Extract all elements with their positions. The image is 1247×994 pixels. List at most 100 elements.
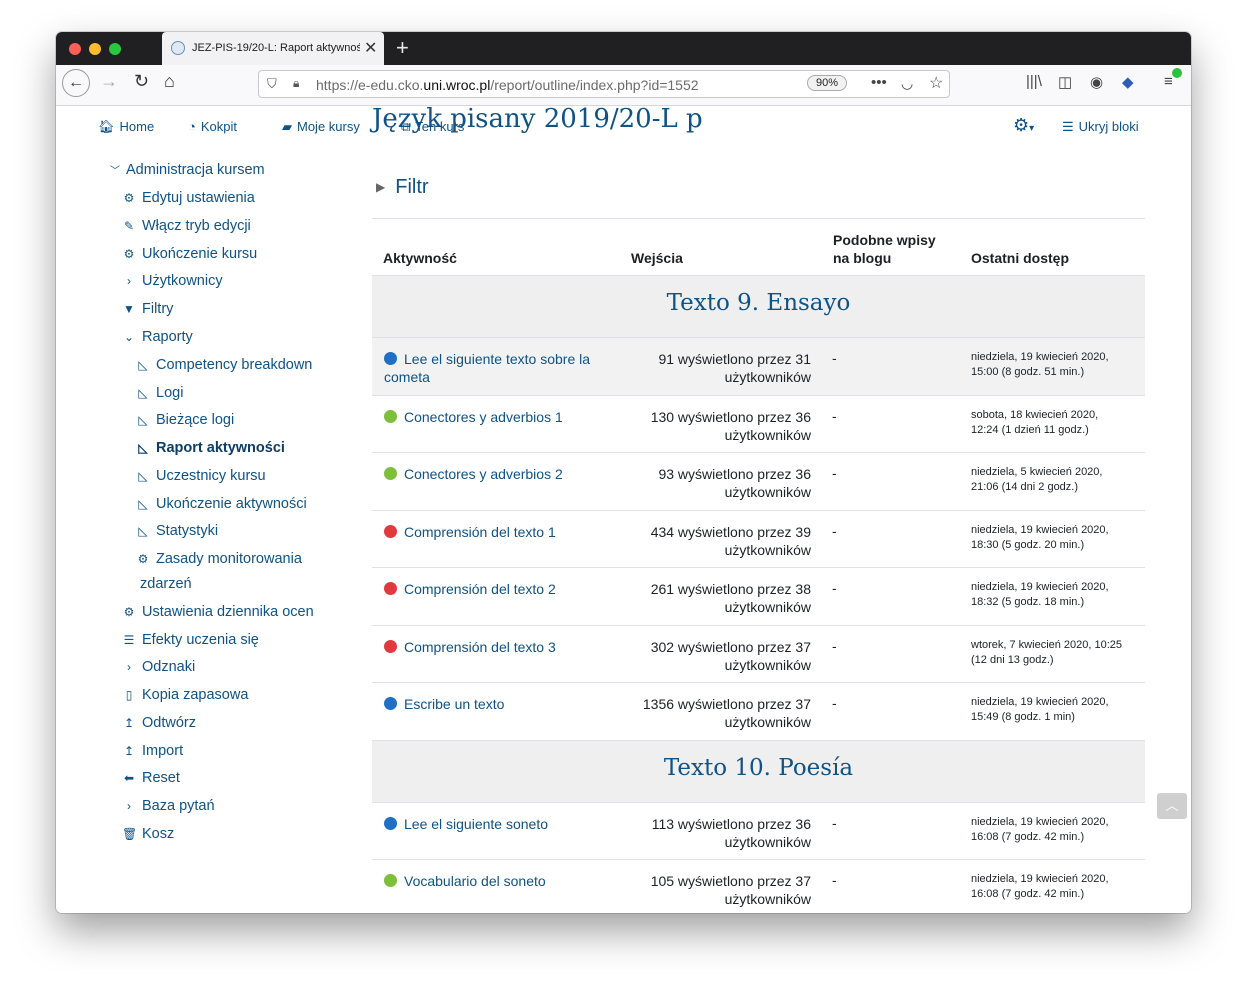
lock-icon[interactable]: 🔒︎ xyxy=(293,76,299,91)
zoom-level[interactable]: 90% xyxy=(807,75,848,91)
h5p-icon xyxy=(384,874,397,887)
list-icon: ☰ xyxy=(123,633,135,647)
menu-icon[interactable]: ≡ xyxy=(1164,73,1173,90)
table-row: Lee el siguiente texto sobre la cometa 91… xyxy=(372,337,1145,395)
section-title[interactable]: Texto 10. Poesía xyxy=(372,755,1145,781)
views-count: 113 wyświetlono przez 36 użytkowników xyxy=(651,815,811,850)
more-actions-icon[interactable]: ••• xyxy=(871,74,887,91)
blog-entries: - xyxy=(832,407,837,424)
home-icon[interactable]: ⌂ xyxy=(164,71,175,92)
account-icon[interactable]: ◉ xyxy=(1090,73,1103,91)
chevron-down-icon: ﹀ xyxy=(110,166,120,177)
sidebar-admin-header[interactable]: ﹀ Administracja kursem xyxy=(110,162,265,178)
sidebar-gradebook-settings[interactable]: ⚙ Ustawienia dziennika ocen xyxy=(122,604,314,620)
url-bar[interactable]: ⛉ 🔒︎ https://e-edu.cko.uni.wroc.pl/repor… xyxy=(258,70,950,98)
activity-link[interactable]: Conectores y adverbios 1 xyxy=(384,408,609,426)
section-header: Texto 10. Poesía xyxy=(372,739,1145,803)
sidebar-users[interactable]: › Użytkownicy xyxy=(122,273,223,289)
sidebar-course-participants[interactable]: ◺ Uczestnicy kursu xyxy=(136,468,265,484)
hide-blocks-button[interactable]: ☰ Ukryj bloki xyxy=(1062,119,1139,135)
quiz-icon xyxy=(384,582,397,595)
sidebar-edit-mode[interactable]: ✎ Włącz tryb edycji xyxy=(122,218,251,234)
sidebar-logs[interactable]: ◺ Logi xyxy=(136,385,183,401)
extension-icon[interactable]: ◆ xyxy=(1122,73,1134,91)
table-row: Comprensión del texto 1 434 wyświetlono p… xyxy=(372,509,1145,568)
table-header: Aktywność Wejścia Podobne wpisy na blogu … xyxy=(372,218,1145,276)
views-count: 93 wyświetlono przez 36 użytkowników xyxy=(658,466,811,500)
shield-icon[interactable]: ⛉ xyxy=(267,76,277,92)
nav-home[interactable]: 🏠︎ Home xyxy=(98,119,154,135)
sidebar-competency-breakdown[interactable]: ◺ Competency breakdown xyxy=(136,357,312,373)
sidebar-import[interactable]: ↥ Import xyxy=(122,743,183,759)
activity-link[interactable]: Lee el siguiente soneto xyxy=(384,815,609,833)
sidebar-badges[interactable]: › Odznaki xyxy=(122,659,195,675)
last-access: niedziela, 19 kwiecień 2020, 16:08 (7 god… xyxy=(971,873,1109,900)
close-tab-icon[interactable]: ✕ xyxy=(364,38,377,58)
sidebar-activity-completion[interactable]: ◺ Ukończenie aktywności xyxy=(136,496,306,512)
header-activity[interactable]: Aktywność xyxy=(383,249,457,267)
reload-icon[interactable]: ↻ xyxy=(134,71,149,92)
table-row: Conectores y adverbios 2 93 wyświetlono p… xyxy=(372,452,1145,510)
activity-link[interactable]: Lee el siguiente texto sobre la cometa xyxy=(384,350,609,386)
sidebar-course-completion[interactable]: ⚙ Ukończenie kursu xyxy=(122,246,258,262)
sidebar-reports[interactable]: ⌄ Raporty xyxy=(122,329,193,345)
close-window-button[interactable] xyxy=(69,43,81,55)
header-last-access[interactable]: Ostatni dostęp xyxy=(971,249,1069,267)
filter-toggle[interactable]: ▶ Filtr xyxy=(376,176,429,199)
activity-link[interactable]: Vocabulario del soneto xyxy=(384,872,609,890)
sidebar-reset[interactable]: ⬅ Reset xyxy=(122,770,180,786)
sidebar-filters[interactable]: ▼ Filtry xyxy=(122,301,173,317)
sidebar-learning-outcomes[interactable]: ☰ Efekty uczenia się xyxy=(122,632,259,648)
new-tab-icon[interactable]: + xyxy=(396,35,409,61)
section-title[interactable]: Texto 9. Ensayo xyxy=(372,290,1145,316)
page-title: Język pisany 2019/20-L p xyxy=(372,106,703,134)
nav-kokpit[interactable]: ◔ Kokpit xyxy=(188,119,237,134)
last-access: wtorek, 7 kwiecień 2020, 10:25 (12 dni 13… xyxy=(971,638,1123,666)
home-nav-icon: 🏠︎ xyxy=(98,119,115,134)
activity-link[interactable]: Escribe un texto xyxy=(384,695,609,713)
sidebar-edit-settings[interactable]: ⚙ Edytuj ustawienia xyxy=(122,190,255,206)
sidebar-live-logs[interactable]: ◺ Bieżące logi xyxy=(136,412,234,428)
quiz-icon xyxy=(384,639,397,653)
chevron-right-icon: › xyxy=(127,660,131,674)
maximize-window-button[interactable] xyxy=(109,43,121,55)
sidebar-event-monitoring-line2[interactable]: zdarzeń xyxy=(140,576,192,592)
settings-gear-icon[interactable]: ⚙▾ xyxy=(1013,115,1034,136)
bookmark-star-icon[interactable]: ☆ xyxy=(929,73,943,93)
browser-tab[interactable]: JEZ-PIS-19/20-L: Raport aktywności ✕ xyxy=(162,32,384,65)
pocket-icon[interactable]: ◡ xyxy=(901,75,913,92)
area-chart-icon: ◺ xyxy=(138,524,148,538)
caret-right-icon: ▶ xyxy=(376,180,386,194)
forward-icon[interactable]: → xyxy=(100,71,118,92)
sidebar-backup[interactable]: ▯ Kopia zapasowa xyxy=(122,687,249,703)
header-blog[interactable]: Podobne wpisy na blogu xyxy=(833,231,936,267)
library-icon[interactable]: |||\ xyxy=(1026,73,1042,90)
activity-link[interactable]: Comprensión del texto 2 xyxy=(384,580,609,598)
sidebar-statistics[interactable]: ◺ Statystyki xyxy=(136,523,218,539)
gear-icon: ⚙ xyxy=(123,247,135,261)
update-badge-icon xyxy=(1172,68,1182,78)
sidebar-restore[interactable]: ↥ Odtwórz xyxy=(122,715,196,731)
activity-link[interactable]: Conectores y adverbios 2 xyxy=(384,465,609,483)
header-entries[interactable]: Wejścia xyxy=(631,249,683,267)
sidebar-recycle-bin[interactable]: 🗑︎ Kosz xyxy=(122,826,174,842)
blog-entries: - xyxy=(832,465,837,481)
sidebar-toggle-icon[interactable]: ◫ xyxy=(1058,73,1072,91)
sidebar-event-monitoring[interactable]: ⚙ Zasady monitorowania xyxy=(136,551,302,567)
area-chart-icon: ◺ xyxy=(138,358,148,372)
sidebar-question-bank[interactable]: › Baza pytań xyxy=(122,798,215,814)
views-count: 91 wyświetlono przez 31 użytkowników xyxy=(658,351,811,385)
back-icon[interactable]: ← xyxy=(62,69,90,97)
nav-moje-kursy[interactable]: ▰ Moje kursy xyxy=(282,119,360,135)
blog-entries: - xyxy=(832,872,837,888)
url-text[interactable]: https://e-edu.cko.uni.wroc.pl/report/out… xyxy=(316,77,699,93)
activity-link[interactable]: Comprensión del texto 1 xyxy=(384,523,609,541)
views-count: 261 wyświetlono przez 38 użytkowników xyxy=(650,581,811,615)
sidebar-activity-report[interactable]: ◺ Raport aktywności xyxy=(136,440,285,456)
blog-entries: - xyxy=(832,350,837,366)
activity-link[interactable]: Comprensión del texto 3 xyxy=(384,638,609,656)
minimize-window-button[interactable] xyxy=(89,43,101,55)
table-row: Conectores y adverbios 1 130 wyświetlono … xyxy=(372,394,1145,453)
dashboard-icon: ◔ xyxy=(188,119,196,134)
scroll-to-top-button[interactable]: ︿ xyxy=(1157,793,1187,819)
